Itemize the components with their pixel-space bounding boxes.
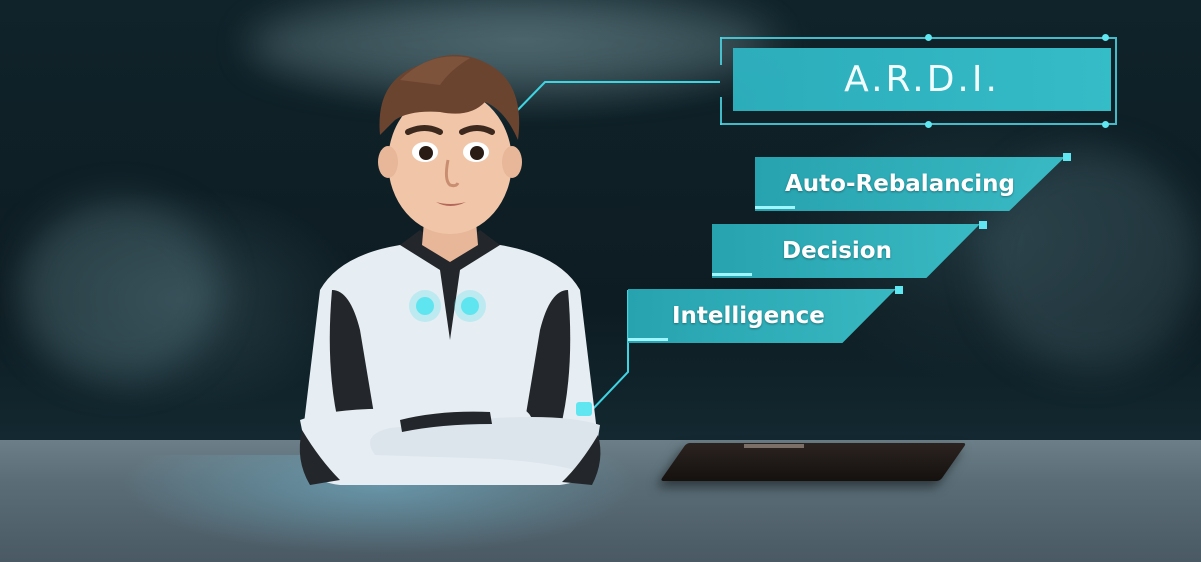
tag-corner-marker	[895, 286, 903, 294]
frame-node	[1102, 121, 1109, 128]
tag-label: Auto-Rebalancing	[785, 171, 1015, 197]
tag-corner-marker	[979, 221, 987, 229]
character-illustration	[299, 55, 601, 485]
frame-node	[925, 34, 932, 41]
tag-underline	[755, 206, 795, 209]
tag-underline	[628, 338, 668, 341]
frame-node	[1102, 34, 1109, 41]
frame-node	[925, 121, 932, 128]
scene: A.R.D.I. Auto-Rebalancing Decision Intel…	[0, 0, 1201, 562]
tag-corner-marker	[1063, 153, 1071, 161]
tag-label: Decision	[782, 238, 892, 264]
title-banner: A.R.D.I.	[733, 48, 1111, 111]
tag-underline	[712, 273, 752, 276]
tag-label: Intelligence	[672, 303, 825, 329]
